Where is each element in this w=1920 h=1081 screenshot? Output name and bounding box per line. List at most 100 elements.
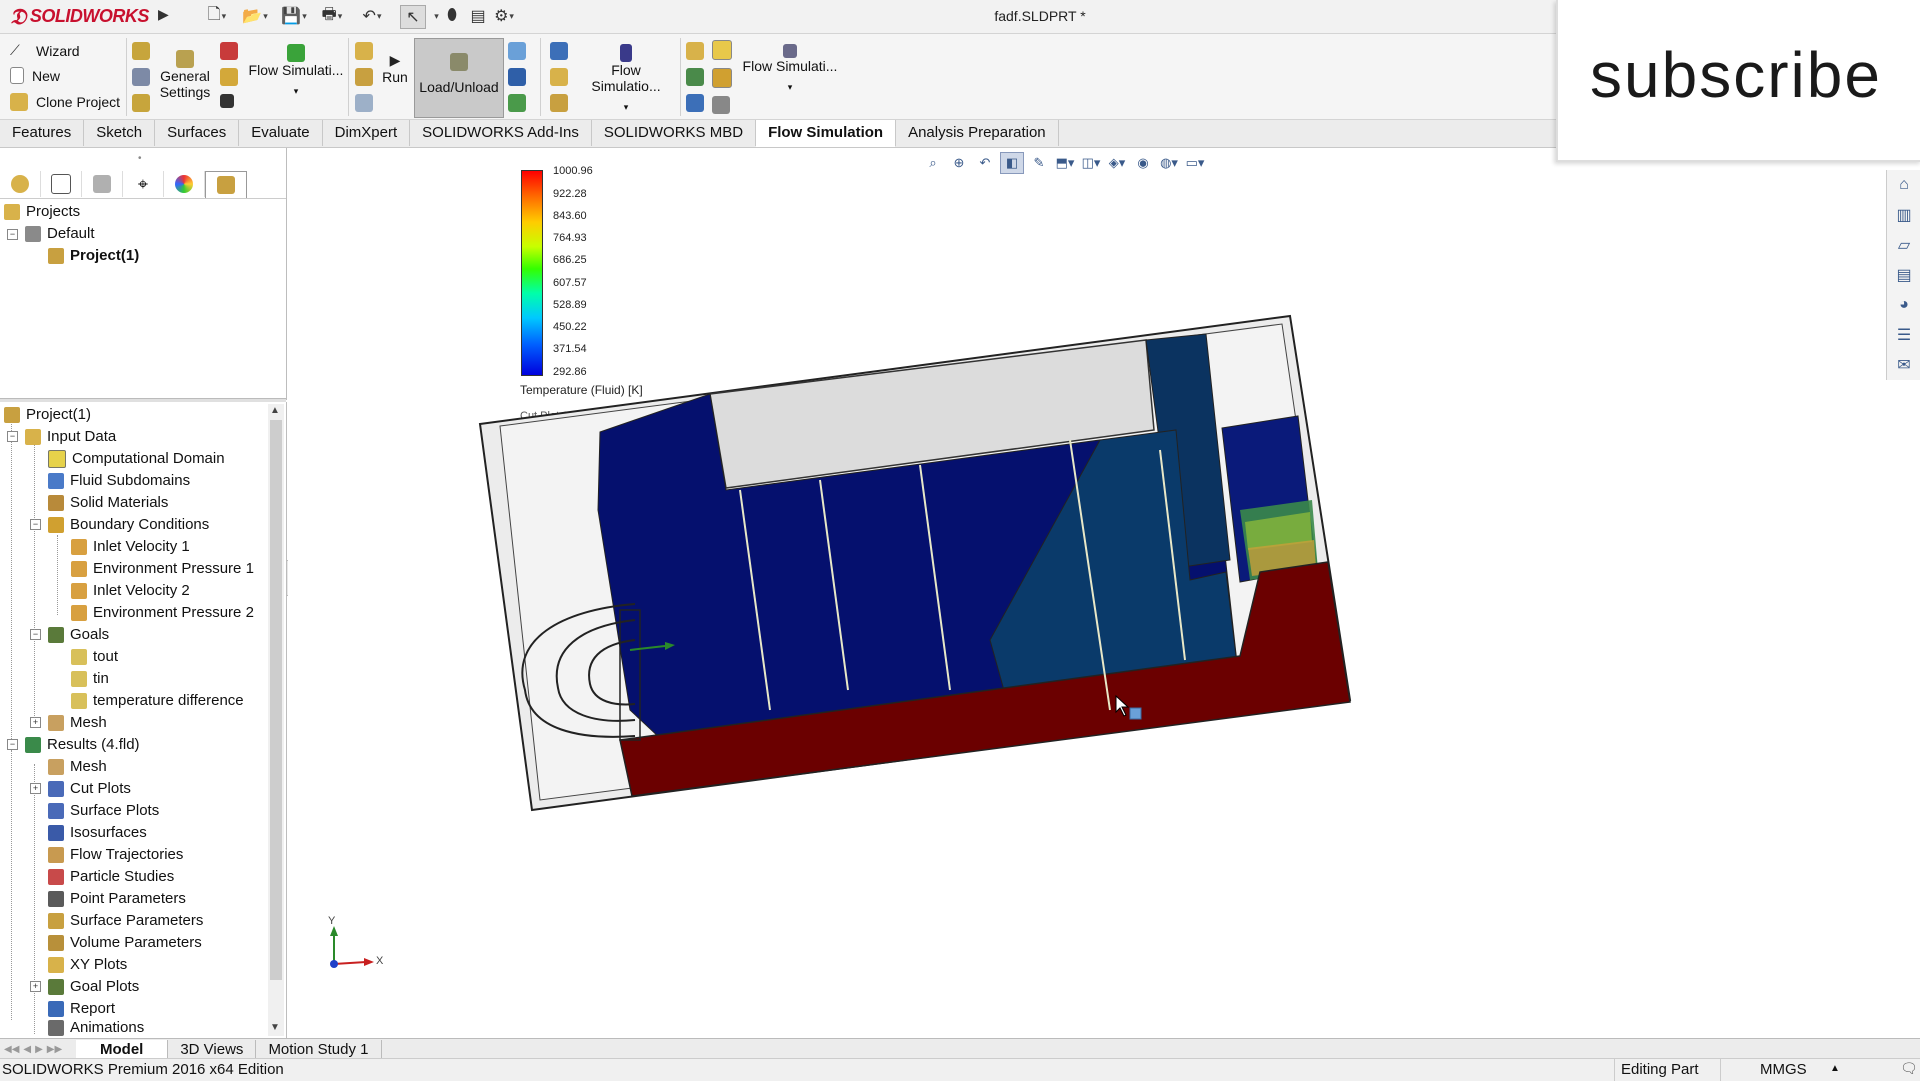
tab-motion-study-1[interactable]: Motion Study 1 <box>256 1039 382 1059</box>
tree-mesh-results[interactable]: Mesh <box>48 756 107 778</box>
property-manager-tab[interactable] <box>82 171 123 197</box>
tab-addins[interactable]: SOLIDWORKS Add-Ins <box>410 120 592 146</box>
collapse-toggle-icon[interactable]: − <box>30 629 41 640</box>
tab-model[interactable]: Model <box>76 1039 169 1059</box>
tree-isosurfaces[interactable]: Isosurfaces <box>48 822 147 844</box>
scroll-thumb[interactable] <box>270 420 282 980</box>
tree-goals[interactable]: Goals <box>48 624 109 646</box>
tree-flow-trajectories[interactable]: Flow Trajectories <box>48 844 183 866</box>
tab-mbd[interactable]: SOLIDWORKS MBD <box>592 120 757 146</box>
hide-show-icon[interactable]: ◈▾ <box>1106 153 1128 173</box>
tree-surface-parameters[interactable]: Surface Parameters <box>48 910 203 932</box>
resources-icon[interactable]: ▥ <box>1887 200 1920 230</box>
collapse-toggle-icon[interactable]: − <box>7 739 18 750</box>
tree-surface-plots[interactable]: Surface Plots <box>48 800 159 822</box>
forum-icon[interactable]: ✉ <box>1887 350 1920 380</box>
previous-view-icon[interactable]: ↶ <box>974 153 996 173</box>
apply-scene-icon[interactable]: ◍▾ <box>1158 153 1180 173</box>
solidworks-logo[interactable]: 𝔇 SOLIDWORKS <box>10 4 149 29</box>
appearance-tab[interactable] <box>164 171 205 197</box>
tree-volume-parameters[interactable]: Volume Parameters <box>48 932 202 954</box>
open-folder-icon[interactable]: 📂 ▾ <box>242 5 267 27</box>
tree-particle-studies[interactable]: Particle Studies <box>48 866 174 888</box>
tab-features[interactable]: Features <box>0 120 85 146</box>
zoom-to-fit-icon[interactable]: ⌕ <box>922 153 944 173</box>
view-settings-icon[interactable]: ▭▾ <box>1184 153 1206 173</box>
tree-root-project[interactable]: Project(1) <box>4 404 91 426</box>
select-pointer-icon[interactable]: ↖ <box>400 5 426 29</box>
scroll-down-icon[interactable]: ▼ <box>270 1022 280 1033</box>
scroll-up-icon[interactable]: ▲ <box>270 405 280 416</box>
tab-surfaces[interactable]: Surfaces <box>155 120 240 146</box>
options-gear-icon[interactable]: ⚙ ▾ <box>492 5 516 27</box>
tree-goal-tin[interactable]: tin <box>71 668 109 690</box>
panel-grip-icon[interactable]: • <box>138 153 142 164</box>
zoom-to-area-icon[interactable]: ⊕ <box>948 153 970 173</box>
file-explorer-icon[interactable]: ▤ <box>1887 260 1920 290</box>
small-tool-icons-4[interactable] <box>508 42 526 112</box>
small-tool-icons-3[interactable] <box>355 42 373 112</box>
subscribe-text[interactable]: subscribe <box>1590 38 1882 112</box>
tree-boundary-conditions[interactable]: Boundary Conditions <box>48 514 209 536</box>
clone-project-button[interactable]: Clone Project <box>10 93 120 111</box>
tree-inlet-velocity-2[interactable]: Inlet Velocity 2 <box>71 580 190 602</box>
menu-expand-arrow-icon[interactable]: ▶ <box>158 6 169 26</box>
expand-toggle-icon[interactable]: + <box>30 783 41 794</box>
run-button[interactable]: ▶ Run <box>380 52 410 85</box>
tree-results[interactable]: Results (4.fld) <box>25 734 140 756</box>
tree-goal-temperature-difference[interactable]: temperature difference <box>71 690 244 712</box>
configuration-tab[interactable]: ⌖ <box>123 171 164 197</box>
tree-cut-plots[interactable]: Cut Plots <box>48 778 131 800</box>
unit-system-label[interactable]: MMGS <box>1760 1061 1807 1078</box>
tab-evaluate[interactable]: Evaluate <box>239 120 323 146</box>
tree-solid-materials[interactable]: Solid Materials <box>48 492 168 514</box>
tab-analysis-preparation[interactable]: Analysis Preparation <box>896 120 1059 146</box>
feature-tree-tab[interactable] <box>41 171 82 197</box>
small-tool-icons-5[interactable] <box>550 42 568 112</box>
appearances-icon[interactable]: ◕ <box>1887 290 1920 320</box>
flow-simulation-dropdown-1[interactable]: Flow Simulati... ▾ <box>248 44 344 97</box>
heat-exchanger-model[interactable] <box>470 310 1360 820</box>
unit-menu-arrow-icon[interactable]: ▲ <box>1830 1063 1840 1074</box>
tree-input-data[interactable]: Input Data <box>25 426 116 448</box>
prev-tab-icon[interactable]: ◀ <box>23 1044 31 1055</box>
small-tool-icons-1[interactable] <box>132 42 150 112</box>
wizard-button[interactable]: ⟋ Wizard <box>10 42 80 60</box>
tree-project-1[interactable]: Project(1) <box>48 245 139 267</box>
view-orientation-icon[interactable]: ⬒▾ <box>1054 153 1076 173</box>
rebuild-icon[interactable]: ⬮ <box>440 5 464 27</box>
first-tab-icon[interactable]: ◀◀ <box>4 1044 19 1055</box>
display-style-icon[interactable]: ◫▾ <box>1080 153 1102 173</box>
collapse-toggle-icon[interactable]: − <box>30 519 41 530</box>
tab-dimxpert[interactable]: DimXpert <box>323 120 411 146</box>
collapse-toggle-icon[interactable]: − <box>7 229 18 240</box>
tree-goal-tout[interactable]: tout <box>71 646 118 668</box>
tree-report[interactable]: Report <box>48 998 115 1020</box>
tab-scroll-arrows[interactable]: ◀◀ ◀ ▶ ▶▶ <box>0 1040 76 1059</box>
edit-appearance-icon[interactable]: ◉ <box>1132 153 1154 173</box>
small-tool-icons-7[interactable] <box>712 40 732 114</box>
tree-environment-pressure-1[interactable]: Environment Pressure 1 <box>71 558 254 580</box>
expand-toggle-icon[interactable]: + <box>30 717 41 728</box>
tab-3d-views[interactable]: 3D Views <box>168 1039 257 1059</box>
custom-properties-icon[interactable]: ☰ <box>1887 320 1920 350</box>
home-icon[interactable]: ⌂ <box>1887 170 1920 200</box>
dynamic-annotation-icon[interactable]: ✎ <box>1028 153 1050 173</box>
new-project-button[interactable]: New <box>10 67 60 84</box>
flow-simulation-dropdown-3[interactable]: Flow Simulati... ▾ <box>742 44 838 93</box>
file-properties-icon[interactable]: ▤ <box>466 5 490 27</box>
tree-point-parameters[interactable]: Point Parameters <box>48 888 186 910</box>
tree-inlet-velocity-1[interactable]: Inlet Velocity 1 <box>71 536 190 558</box>
design-library-icon[interactable]: ▱ <box>1887 230 1920 260</box>
tree-environment-pressure-2[interactable]: Environment Pressure 2 <box>71 602 254 624</box>
print-icon[interactable]: 🖶 ▾ <box>320 5 344 27</box>
small-tool-icons-2[interactable] <box>220 42 238 108</box>
tree-animations[interactable]: Animations <box>48 1020 144 1036</box>
help-bubble-icon[interactable]: 🗨 <box>1900 1060 1918 1077</box>
tree-default-config[interactable]: Default <box>25 223 95 245</box>
load-unload-button[interactable]: Load/Unload <box>414 38 504 118</box>
save-icon[interactable]: 💾 ▾ <box>281 5 306 27</box>
tree-xy-plots[interactable]: XY Plots <box>48 954 127 976</box>
undo-icon[interactable]: ↶ ▾ <box>360 5 384 27</box>
section-view-icon[interactable]: ◧ <box>1000 152 1024 174</box>
